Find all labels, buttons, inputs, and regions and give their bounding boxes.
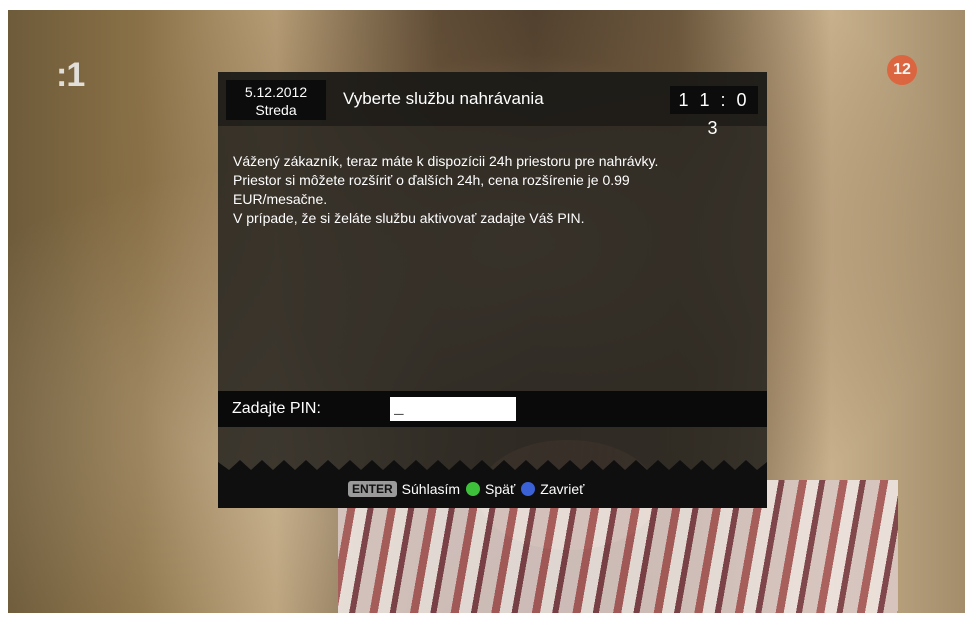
enter-label: Súhlasím: [401, 481, 461, 497]
blue-button-icon: [521, 482, 536, 496]
close-label: Zavrieť: [540, 481, 585, 497]
green-button-icon: [466, 482, 481, 496]
footer-hints: ENTER Súhlasím Späť Zavrieť: [348, 481, 584, 497]
message-line: Priestor si môžete rozšíriť o ďalších 24…: [233, 172, 630, 188]
back-hint[interactable]: Späť: [466, 481, 515, 497]
weekday-text: Streda: [255, 102, 297, 118]
dialog-message: Vážený zákazník, teraz máte k dispozícii…: [233, 152, 753, 228]
channel-logo: :1: [56, 56, 85, 94]
message-line: EUR/mesačne.: [233, 191, 328, 207]
age-rating-badge: 12: [887, 55, 917, 85]
pin-input[interactable]: [390, 397, 516, 421]
message-line: V prípade, že si želáte službu aktivovať…: [233, 210, 585, 226]
dialog-footer: ENTER Súhlasím Späť Zavrieť: [218, 472, 767, 508]
close-hint[interactable]: Zavrieť: [521, 481, 584, 497]
enter-key-icon: ENTER: [348, 481, 397, 497]
date-box: 5.12.2012 Streda: [226, 80, 326, 120]
enter-agree-hint[interactable]: ENTER Súhlasím: [348, 481, 460, 497]
recording-service-dialog: 5.12.2012 Streda Vyberte službu nahrávan…: [218, 72, 767, 508]
clock: 1 1 : 0 3: [670, 86, 758, 138]
dialog-header: 5.12.2012 Streda Vyberte službu nahrávan…: [218, 72, 767, 138]
pin-label: Zadajte PIN:: [232, 400, 321, 417]
dialog-title: Vyberte službu nahrávania: [343, 89, 544, 108]
pin-row: Zadajte PIN:: [218, 391, 767, 427]
message-line: Vážený zákazník, teraz máte k dispozícii…: [233, 153, 659, 169]
date-text: 5.12.2012: [244, 84, 308, 100]
back-label: Späť: [485, 481, 516, 497]
